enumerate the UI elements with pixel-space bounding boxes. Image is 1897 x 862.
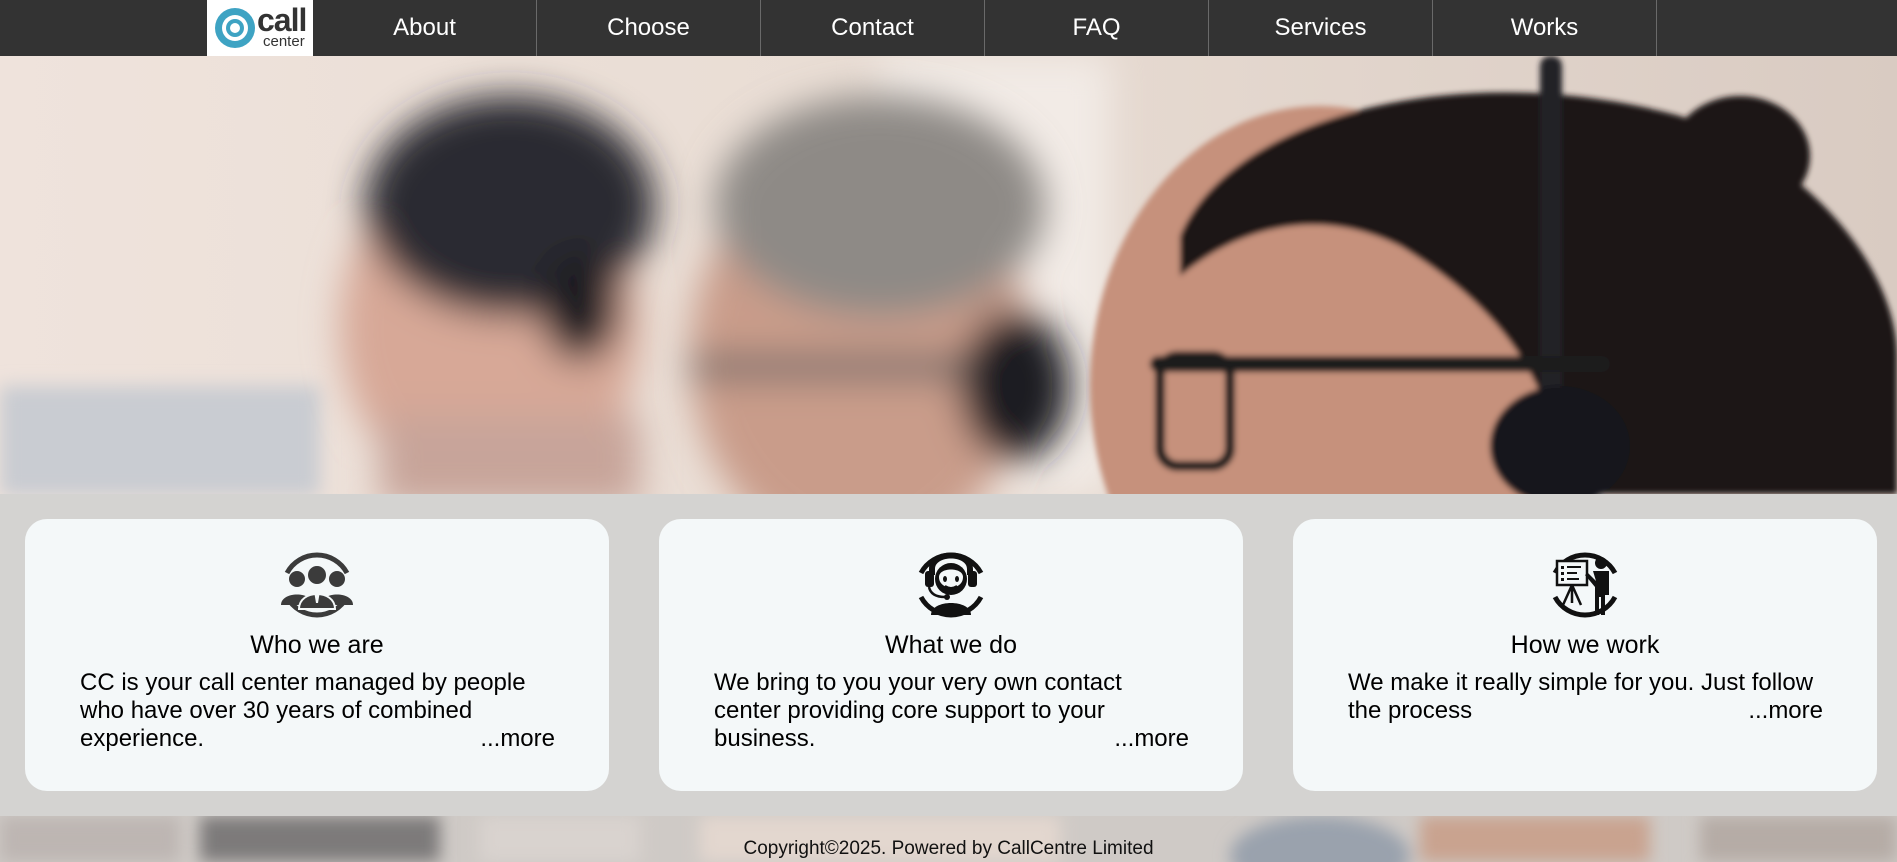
nav-item-contact[interactable]: Contact — [761, 0, 985, 56]
card-title: What we do — [884, 631, 1017, 659]
nav-item-services[interactable]: Services — [1209, 0, 1433, 56]
nav-item-faq[interactable]: FAQ — [985, 0, 1209, 56]
more-link[interactable]: ...more — [1748, 697, 1823, 725]
nav-item-works[interactable]: Works — [1433, 0, 1657, 56]
logo-call-text: call — [257, 2, 307, 38]
hero-photo — [0, 56, 1897, 494]
card-who-we-are: Who we are CC is your call center manage… — [25, 519, 609, 791]
call-center-logo[interactable]: call center — [207, 0, 313, 56]
hero-image-call-center-agents — [0, 56, 1897, 494]
logo-center-text: center — [263, 33, 305, 50]
more-link[interactable]: ...more — [1114, 725, 1189, 753]
nav-item-about[interactable]: About — [313, 0, 537, 56]
card-title: Who we are — [250, 631, 384, 659]
top-navigation-bar: call center About Choose Contact FAQ Ser… — [0, 0, 1897, 56]
presenter-icon — [1552, 552, 1618, 618]
card-title: How we work — [1510, 631, 1660, 659]
features-section: Who we are CC is your call center manage… — [0, 494, 1897, 816]
copyright-text: Copyright©2025. Powered by CallCentre Li… — [743, 838, 1154, 859]
card-what-we-do: What we do We bring to you your very own… — [659, 519, 1243, 791]
card-how-we-work: How we work We make it really simple for… — [1293, 519, 1877, 791]
logo-ring-icon — [215, 8, 255, 48]
more-link[interactable]: ...more — [480, 725, 555, 753]
footer: Copyright©2025. Powered by CallCentre Li… — [0, 816, 1897, 862]
headset-agent-icon — [918, 552, 984, 618]
main-menu: About Choose Contact FAQ Services Works — [313, 0, 1657, 56]
nav-item-choose[interactable]: Choose — [537, 0, 761, 56]
team-icon — [281, 552, 353, 618]
